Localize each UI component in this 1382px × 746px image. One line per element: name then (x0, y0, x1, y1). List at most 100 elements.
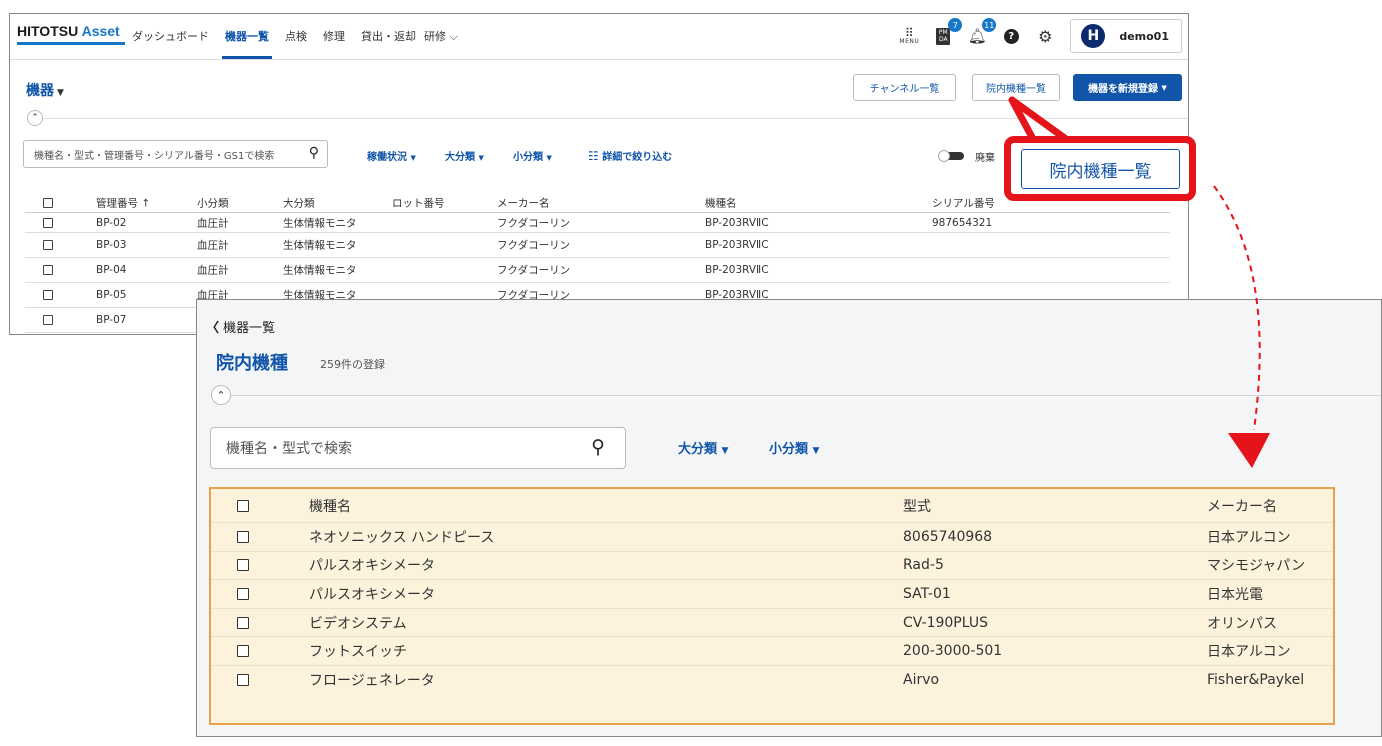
table-cell: フクダコーリン (497, 264, 571, 277)
row-checkbox[interactable] (43, 290, 53, 300)
table-cell: マシモジャパン (1207, 558, 1305, 575)
column-header[interactable]: ロット番号 (392, 196, 445, 211)
row-checkbox[interactable] (43, 315, 53, 325)
model-list-button[interactable]: 院内機種一覧 (972, 74, 1060, 101)
table-cell: 200-3000-501 (903, 643, 1003, 660)
filter-minor-category[interactable]: 小分類 ▼ (513, 148, 552, 163)
table-cell: CV-190PLUS (903, 614, 988, 631)
table-row[interactable]: パルスオキシメータ Rad-5 マシモジャパン (211, 552, 1333, 581)
row-checkbox[interactable] (237, 674, 249, 687)
callout-highlight: 院内機種一覧 (1004, 136, 1196, 201)
callout-model-list-button[interactable]: 院内機種一覧 (1021, 149, 1180, 189)
table-cell: Rad-5 (903, 557, 944, 574)
row-checkbox[interactable] (43, 217, 53, 228)
detail-filter-button[interactable]: ☷ 詳細で絞り込む (588, 148, 672, 163)
menu-label: MENU (899, 37, 920, 45)
table-row[interactable]: フットスイッチ 200-3000-501 日本アルコン (211, 637, 1333, 666)
table-cell: 血圧計 (197, 239, 229, 252)
column-header[interactable]: メーカー名 (1207, 496, 1277, 516)
column-header[interactable]: メーカー名 (497, 196, 550, 211)
nav-repair[interactable]: 修理 (323, 28, 345, 44)
table-cell: 生体情報モニタ (283, 217, 357, 229)
search-placeholder: 機種名・型式で検索 (226, 441, 352, 457)
column-header[interactable]: 大分類 (283, 196, 315, 211)
search-placeholder: 機種名・型式・管理番号・シリアル番号・GS1で検索 (34, 150, 275, 162)
table-row[interactable]: フロージェネレータ Airvo Fisher&Paykel (211, 666, 1333, 695)
page-title: 院内機種 (216, 353, 288, 374)
user-name: demo01 (1119, 29, 1169, 43)
table-row[interactable]: BP-03 血圧計 生体情報モニタ フクダコーリン BP-203RVⅡC (25, 233, 1170, 258)
column-header[interactable]: 小分類 (197, 196, 229, 211)
select-all-checkbox[interactable] (237, 499, 249, 512)
table-cell: 生体情報モニタ (283, 264, 357, 277)
register-device-button[interactable]: 機器を新規登録 ▼ (1073, 74, 1182, 101)
model-list-window: 〈 機器一覧 院内機種 259件の登録 ⌃ 機種名・型式で検索 ⚲ 大分類 ▼ … (196, 299, 1382, 737)
caret-down-icon: ▼ (410, 154, 416, 162)
record-count: 259件の登録 (320, 358, 385, 371)
column-header[interactable]: 管理番号 ↑ (96, 196, 150, 211)
device-search-input[interactable]: 機種名・型式・管理番号・シリアル番号・GS1で検索 ⚲ (23, 140, 328, 168)
logo-accent-text: Asset (81, 23, 120, 39)
chevron-down-icon: ⌵ (449, 30, 458, 43)
collapse-toggle[interactable]: ⌃ (27, 110, 43, 126)
pmda-button[interactable]: PM DA 7 (932, 18, 963, 47)
row-checkbox[interactable] (237, 559, 249, 572)
nav-inspection[interactable]: 点検 (285, 28, 307, 44)
nav-lending[interactable]: 貸出・返却 (361, 28, 416, 44)
filter-label: 大分類 (445, 152, 475, 163)
pmda-icon-top: PM (938, 29, 948, 36)
nav-device-list[interactable]: 機器一覧 (222, 28, 272, 59)
row-checkbox[interactable] (237, 530, 249, 543)
avatar: H (1081, 24, 1106, 48)
table-row[interactable]: BP-02 血圧計 生体情報モニタ フクダコーリン BP-203RVⅡC 987… (25, 213, 1170, 233)
row-checkbox[interactable] (237, 645, 249, 658)
table-cell: Fisher&Paykel (1207, 672, 1305, 689)
row-checkbox[interactable] (43, 240, 53, 250)
filter-label: 大分類 (678, 442, 718, 457)
row-checkbox[interactable] (43, 265, 53, 275)
pmda-icon-bottom: DA (939, 36, 948, 43)
select-all-checkbox[interactable] (43, 198, 53, 208)
user-menu[interactable]: H demo01 (1070, 19, 1182, 53)
filter-major-category[interactable]: 大分類 ▼ (445, 148, 484, 163)
nav-dashboard[interactable]: ダッシュボード (132, 28, 209, 44)
model-search-input[interactable]: 機種名・型式で検索 ⚲ (210, 427, 626, 469)
divider (231, 395, 1381, 396)
filter-label: 稼働状況 (367, 152, 407, 163)
column-header[interactable]: 機種名 (309, 496, 351, 516)
table-row[interactable]: パルスオキシメータ SAT-01 日本光電 (211, 580, 1333, 609)
notification-button[interactable]: 🔔︎ 11 (966, 18, 997, 47)
nav-training-label: 研修 (424, 30, 446, 43)
column-header[interactable]: シリアル番号 (932, 196, 995, 211)
back-to-device-list[interactable]: 〈 機器一覧 (206, 317, 275, 336)
table-row[interactable]: BP-04 血圧計 生体情報モニタ フクダコーリン BP-203RVⅡC (25, 258, 1170, 283)
column-header[interactable]: 型式 (903, 496, 931, 516)
menu-button[interactable]: ⠿ MENU (898, 25, 920, 47)
help-button[interactable]: ? (1000, 25, 1022, 47)
register-device-label: 機器を新規登録 (1088, 84, 1159, 95)
sliders-icon: ☷ (588, 149, 599, 163)
grid-icon: ⠿ (904, 25, 914, 40)
page-title[interactable]: 機器 ▼ (26, 80, 64, 100)
channel-list-button[interactable]: チャンネル一覧 (853, 74, 956, 101)
filter-operation-status[interactable]: 稼働状況 ▼ (367, 148, 416, 163)
nav-training[interactable]: 研修 ⌵ (424, 28, 458, 44)
table-cell: BP-04 (96, 264, 127, 276)
row-checkbox[interactable] (237, 587, 249, 600)
app-logo[interactable]: HITOTSU Asset (17, 23, 120, 39)
show-disposed-toggle[interactable] (938, 150, 966, 162)
search-icon: ⚲ (308, 145, 319, 161)
row-checkbox[interactable] (237, 616, 249, 629)
filter-minor-category[interactable]: 小分類 ▼ (769, 438, 819, 457)
table-cell: 生体情報モニタ (283, 239, 357, 252)
table-cell: パルスオキシメータ (309, 586, 435, 603)
nav-links: ダッシュボード 機器一覧 点検 修理 貸出・返却 研修 ⌵ (132, 28, 474, 59)
caret-down-icon: ▼ (478, 154, 484, 162)
table-row[interactable]: ビデオシステム CV-190PLUS オリンパス (211, 609, 1333, 638)
gear-icon: ⚙ (1038, 26, 1053, 46)
settings-button[interactable]: ⚙ (1034, 25, 1056, 47)
table-row[interactable]: ネオソニックス ハンドピース 8065740968 日本アルコン (211, 523, 1333, 552)
filter-major-category[interactable]: 大分類 ▼ (678, 438, 728, 457)
collapse-toggle[interactable]: ⌃ (211, 385, 231, 405)
column-header[interactable]: 機種名 (705, 196, 737, 211)
